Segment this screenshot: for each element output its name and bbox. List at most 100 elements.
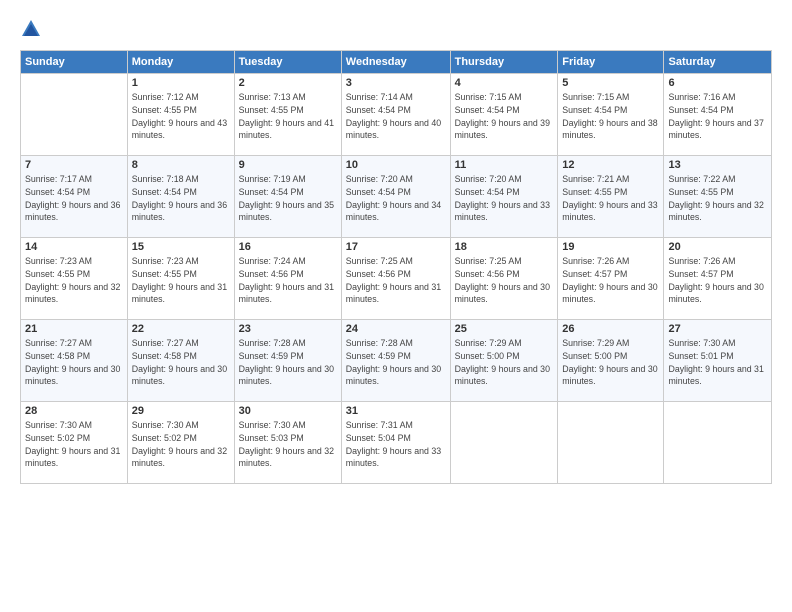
day-number: 13 (668, 159, 767, 171)
calendar-week-row: 21 Sunrise: 7:27 AMSunset: 4:58 PMDayligh… (21, 320, 772, 402)
weekday-header-sunday: Sunday (21, 51, 128, 74)
calendar-cell: 7 Sunrise: 7:17 AMSunset: 4:54 PMDaylight… (21, 156, 128, 238)
day-info: Sunrise: 7:23 AMSunset: 4:55 PMDaylight:… (132, 255, 230, 306)
calendar-cell: 2Sunrise: 7:13 AMSunset: 4:55 PMDaylight… (234, 74, 341, 156)
weekday-header-row: SundayMondayTuesdayWednesdayThursdayFrid… (21, 51, 772, 74)
weekday-header-saturday: Saturday (664, 51, 772, 74)
day-number: 29 (132, 405, 230, 417)
calendar-cell: 3Sunrise: 7:14 AMSunset: 4:54 PMDaylight… (341, 74, 450, 156)
day-number: 31 (346, 405, 446, 417)
calendar-cell: 23 Sunrise: 7:28 AMSunset: 4:59 PMDayligh… (234, 320, 341, 402)
calendar-cell: 21 Sunrise: 7:27 AMSunset: 4:58 PMDayligh… (21, 320, 128, 402)
calendar-cell: 14 Sunrise: 7:23 AMSunset: 4:55 PMDayligh… (21, 238, 128, 320)
day-info: Sunrise: 7:15 AMSunset: 4:54 PMDaylight:… (455, 91, 554, 142)
day-number: 2 (239, 77, 337, 89)
day-info: Sunrise: 7:15 AMSunset: 4:54 PMDaylight:… (562, 91, 659, 142)
day-number: 15 (132, 241, 230, 253)
calendar-cell: 31 Sunrise: 7:31 AMSunset: 5:04 PMDayligh… (341, 402, 450, 484)
day-info: Sunrise: 7:20 AMSunset: 4:54 PMDaylight:… (455, 173, 554, 224)
day-info: Sunrise: 7:30 AMSunset: 5:01 PMDaylight:… (668, 337, 767, 388)
day-info: Sunrise: 7:27 AMSunset: 4:58 PMDaylight:… (132, 337, 230, 388)
calendar-cell: 27 Sunrise: 7:30 AMSunset: 5:01 PMDayligh… (664, 320, 772, 402)
weekday-header-wednesday: Wednesday (341, 51, 450, 74)
day-info: Sunrise: 7:23 AMSunset: 4:55 PMDaylight:… (25, 255, 123, 306)
day-number: 19 (562, 241, 659, 253)
calendar-cell: 19 Sunrise: 7:26 AMSunset: 4:57 PMDayligh… (558, 238, 664, 320)
calendar-cell (21, 74, 128, 156)
day-number: 1 (132, 77, 230, 89)
calendar-week-row: 7 Sunrise: 7:17 AMSunset: 4:54 PMDaylight… (21, 156, 772, 238)
logo-icon (20, 18, 42, 40)
day-info: Sunrise: 7:28 AMSunset: 4:59 PMDaylight:… (239, 337, 337, 388)
day-number: 24 (346, 323, 446, 335)
day-number: 26 (562, 323, 659, 335)
calendar-cell: 17 Sunrise: 7:25 AMSunset: 4:56 PMDayligh… (341, 238, 450, 320)
calendar-cell: 29 Sunrise: 7:30 AMSunset: 5:02 PMDayligh… (127, 402, 234, 484)
day-info: Sunrise: 7:16 AMSunset: 4:54 PMDaylight:… (668, 91, 767, 142)
calendar-cell (664, 402, 772, 484)
day-number: 22 (132, 323, 230, 335)
day-number: 28 (25, 405, 123, 417)
day-info: Sunrise: 7:26 AMSunset: 4:57 PMDaylight:… (668, 255, 767, 306)
day-info: Sunrise: 7:28 AMSunset: 4:59 PMDaylight:… (346, 337, 446, 388)
calendar-cell: 4Sunrise: 7:15 AMSunset: 4:54 PMDaylight… (450, 74, 558, 156)
day-info: Sunrise: 7:27 AMSunset: 4:58 PMDaylight:… (25, 337, 123, 388)
calendar-cell: 10 Sunrise: 7:20 AMSunset: 4:54 PMDayligh… (341, 156, 450, 238)
calendar-cell: 24 Sunrise: 7:28 AMSunset: 4:59 PMDayligh… (341, 320, 450, 402)
day-info: Sunrise: 7:19 AMSunset: 4:54 PMDaylight:… (239, 173, 337, 224)
calendar-week-row: 28 Sunrise: 7:30 AMSunset: 5:02 PMDayligh… (21, 402, 772, 484)
day-number: 27 (668, 323, 767, 335)
logo (20, 18, 46, 40)
calendar-cell: 6 Sunrise: 7:16 AMSunset: 4:54 PMDaylight… (664, 74, 772, 156)
day-number: 23 (239, 323, 337, 335)
calendar-cell: 5 Sunrise: 7:15 AMSunset: 4:54 PMDaylight… (558, 74, 664, 156)
weekday-header-friday: Friday (558, 51, 664, 74)
day-number: 6 (668, 77, 767, 89)
day-info: Sunrise: 7:31 AMSunset: 5:04 PMDaylight:… (346, 419, 446, 470)
calendar-week-row: 14 Sunrise: 7:23 AMSunset: 4:55 PMDayligh… (21, 238, 772, 320)
weekday-header-monday: Monday (127, 51, 234, 74)
calendar-cell: 16 Sunrise: 7:24 AMSunset: 4:56 PMDayligh… (234, 238, 341, 320)
day-number: 7 (25, 159, 123, 171)
calendar-cell: 12Sunrise: 7:21 AMSunset: 4:55 PMDayligh… (558, 156, 664, 238)
calendar-cell: 13Sunrise: 7:22 AMSunset: 4:55 PMDayligh… (664, 156, 772, 238)
day-number: 16 (239, 241, 337, 253)
day-info: Sunrise: 7:30 AMSunset: 5:02 PMDaylight:… (132, 419, 230, 470)
calendar-header: SundayMondayTuesdayWednesdayThursdayFrid… (21, 51, 772, 74)
day-number: 21 (25, 323, 123, 335)
day-info: Sunrise: 7:17 AMSunset: 4:54 PMDaylight:… (25, 173, 123, 224)
day-number: 5 (562, 77, 659, 89)
day-info: Sunrise: 7:30 AMSunset: 5:03 PMDaylight:… (239, 419, 337, 470)
day-number: 3 (346, 77, 446, 89)
day-number: 10 (346, 159, 446, 171)
day-info: Sunrise: 7:12 AMSunset: 4:55 PMDaylight:… (132, 91, 230, 142)
day-number: 17 (346, 241, 446, 253)
day-number: 9 (239, 159, 337, 171)
calendar-cell: 9 Sunrise: 7:19 AMSunset: 4:54 PMDaylight… (234, 156, 341, 238)
day-info: Sunrise: 7:25 AMSunset: 4:56 PMDaylight:… (455, 255, 554, 306)
day-number: 18 (455, 241, 554, 253)
calendar-cell: 28 Sunrise: 7:30 AMSunset: 5:02 PMDayligh… (21, 402, 128, 484)
calendar-cell: 26 Sunrise: 7:29 AMSunset: 5:00 PMDayligh… (558, 320, 664, 402)
calendar-cell: 11 Sunrise: 7:20 AMSunset: 4:54 PMDayligh… (450, 156, 558, 238)
day-info: Sunrise: 7:24 AMSunset: 4:56 PMDaylight:… (239, 255, 337, 306)
day-number: 11 (455, 159, 554, 171)
day-info: Sunrise: 7:29 AMSunset: 5:00 PMDaylight:… (562, 337, 659, 388)
weekday-header-tuesday: Tuesday (234, 51, 341, 74)
calendar-table: SundayMondayTuesdayWednesdayThursdayFrid… (20, 50, 772, 484)
page: SundayMondayTuesdayWednesdayThursdayFrid… (0, 0, 792, 612)
calendar-cell: 25Sunrise: 7:29 AMSunset: 5:00 PMDayligh… (450, 320, 558, 402)
calendar-cell: 22 Sunrise: 7:27 AMSunset: 4:58 PMDayligh… (127, 320, 234, 402)
calendar-cell (450, 402, 558, 484)
calendar-cell: 1 Sunrise: 7:12 AMSunset: 4:55 PMDaylight… (127, 74, 234, 156)
day-info: Sunrise: 7:30 AMSunset: 5:02 PMDaylight:… (25, 419, 123, 470)
calendar-cell: 30Sunrise: 7:30 AMSunset: 5:03 PMDayligh… (234, 402, 341, 484)
day-info: Sunrise: 7:25 AMSunset: 4:56 PMDaylight:… (346, 255, 446, 306)
day-info: Sunrise: 7:26 AMSunset: 4:57 PMDaylight:… (562, 255, 659, 306)
weekday-header-thursday: Thursday (450, 51, 558, 74)
calendar-week-row: 1 Sunrise: 7:12 AMSunset: 4:55 PMDaylight… (21, 74, 772, 156)
day-number: 12 (562, 159, 659, 171)
header (20, 18, 772, 40)
day-info: Sunrise: 7:20 AMSunset: 4:54 PMDaylight:… (346, 173, 446, 224)
day-number: 14 (25, 241, 123, 253)
